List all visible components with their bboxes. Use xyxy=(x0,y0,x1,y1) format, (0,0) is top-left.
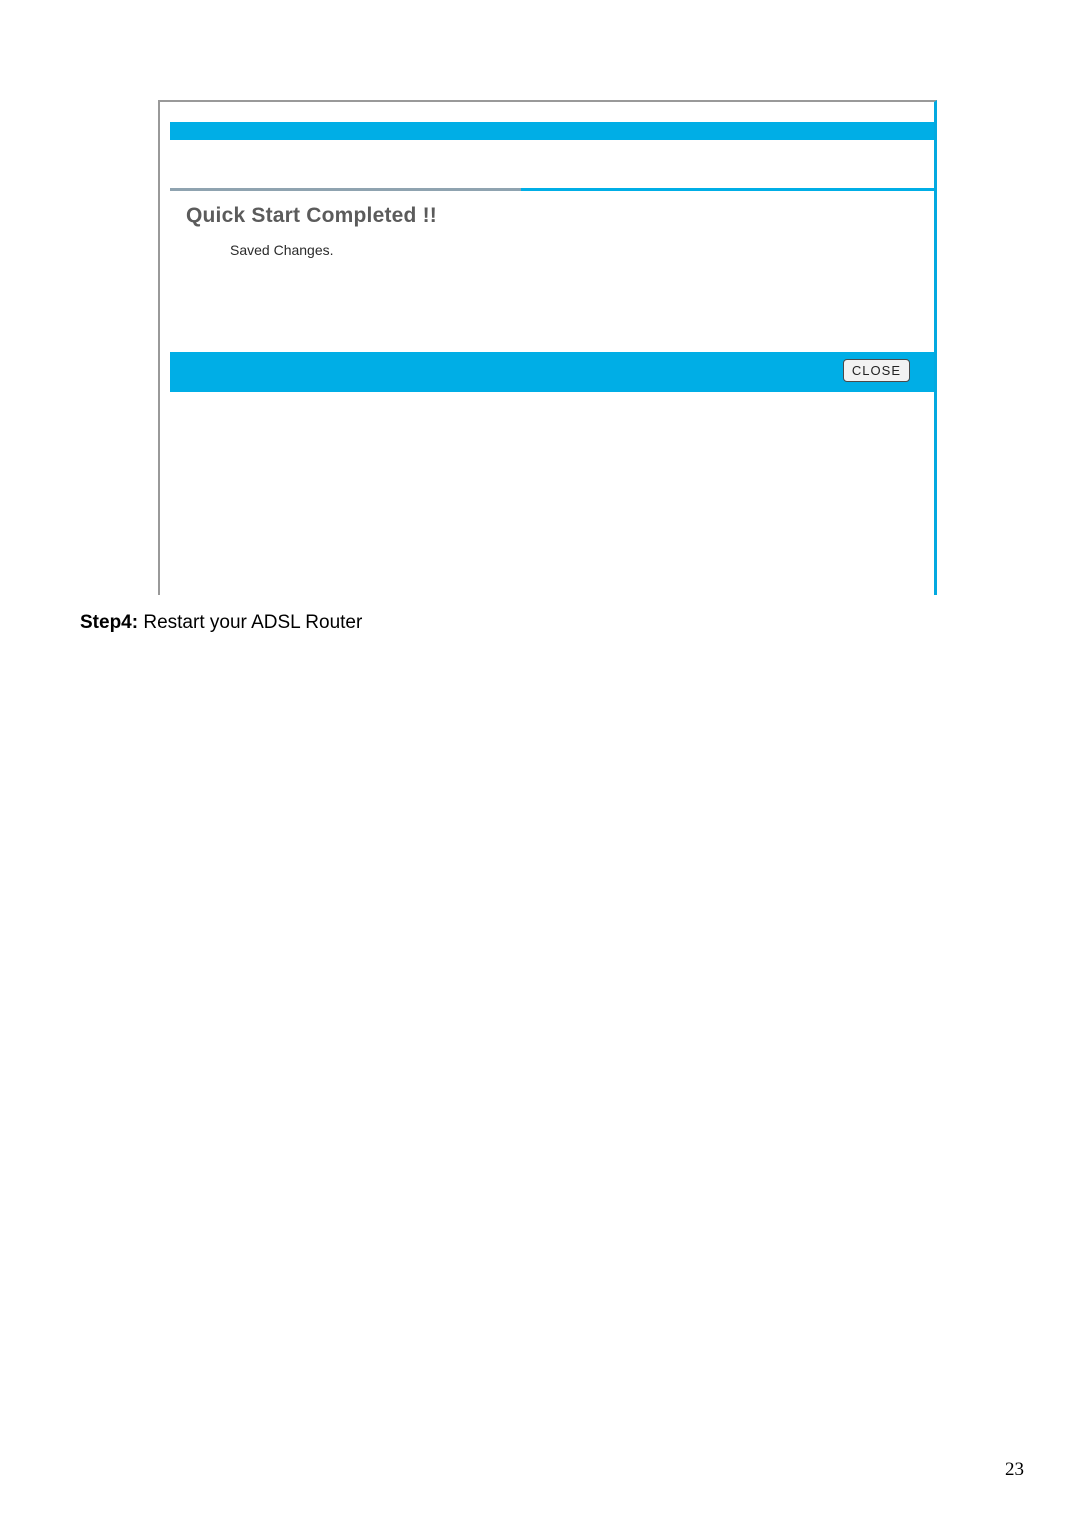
router-dialog-screenshot: Quick Start Completed !! Saved Changes. … xyxy=(158,100,937,595)
dialog-top-bar xyxy=(170,122,934,140)
dialog-heading: Quick Start Completed !! xyxy=(186,204,437,228)
divider-grey xyxy=(170,188,521,191)
close-button[interactable]: CLOSE xyxy=(843,359,910,382)
step-caption: Step4: Restart your ADSL Router xyxy=(80,612,362,634)
step-text: Restart your ADSL Router xyxy=(138,612,362,633)
page-number: 23 xyxy=(1005,1459,1024,1481)
step-label: Step4: xyxy=(80,612,138,633)
document-page: Quick Start Completed !! Saved Changes. … xyxy=(0,0,1080,1525)
dialog-message: Saved Changes. xyxy=(230,242,334,258)
dialog-bottom-bar: CLOSE xyxy=(170,352,934,392)
divider-blue xyxy=(521,188,934,191)
